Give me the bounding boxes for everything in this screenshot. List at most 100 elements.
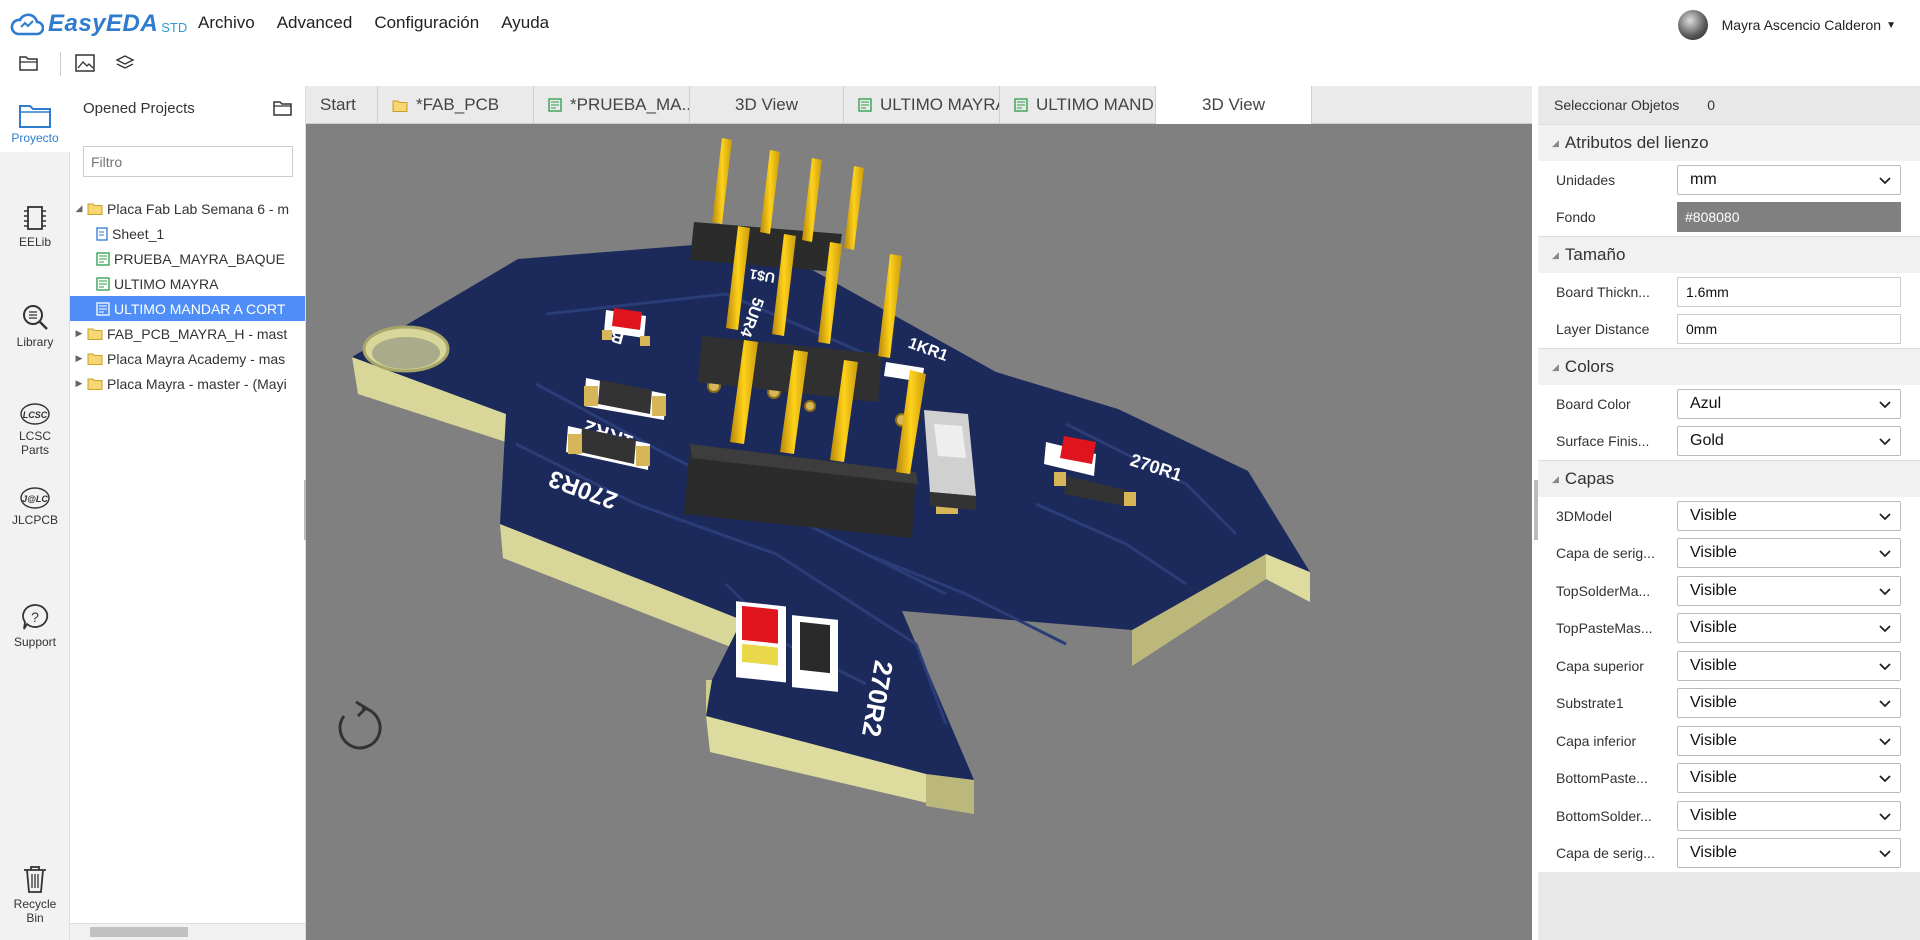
layers-icon[interactable] bbox=[110, 48, 140, 78]
select-value: Visible bbox=[1690, 731, 1737, 749]
folder-icon bbox=[87, 377, 103, 390]
tree-item-label: Placa Mayra Academy - mas bbox=[107, 350, 286, 367]
select-value: Visible bbox=[1690, 506, 1737, 524]
property-select[interactable]: Gold bbox=[1677, 426, 1901, 457]
nav-eelib[interactable]: EELib bbox=[0, 204, 70, 249]
select-value: Visible bbox=[1690, 619, 1737, 637]
select-objects-count: 0 bbox=[1707, 97, 1716, 113]
rotate-icon[interactable] bbox=[338, 700, 382, 750]
tab-start[interactable]: Start bbox=[306, 86, 378, 124]
input-value: 0mm bbox=[1686, 321, 1718, 338]
nav-library[interactable]: Library bbox=[0, 302, 70, 349]
background-color-swatch[interactable]: #808080 bbox=[1677, 202, 1901, 233]
tree-document-item[interactable]: ULTIMO MAYRA bbox=[70, 271, 305, 296]
property-select[interactable]: Visible bbox=[1677, 725, 1901, 756]
tree-item-label: PRUEBA_MAYRA_BAQUE bbox=[114, 250, 285, 267]
tree-project-folder[interactable]: ▶ Placa Mayra - master - (Mayi bbox=[70, 371, 305, 396]
scrollbar-thumb[interactable] bbox=[90, 927, 188, 937]
property-label: BottomPaste... bbox=[1556, 770, 1648, 787]
lcsc-icon: LCSC bbox=[20, 403, 50, 425]
property-label: Layer Distance bbox=[1556, 321, 1650, 338]
schematic-sheet-icon bbox=[96, 226, 108, 241]
section-header[interactable]: ◢ Capas bbox=[1538, 460, 1920, 497]
menu-archivo[interactable]: Archivo bbox=[198, 13, 255, 33]
collapse-triangle-icon: ◢ bbox=[1552, 249, 1559, 260]
property-row: Board Thickn... 1.6mm bbox=[1538, 273, 1920, 311]
section-header[interactable]: ◢ Atributos del lienzo bbox=[1538, 124, 1920, 161]
3d-viewport[interactable]: B 5UR4 1KR1 1KR2 270R3 270R1 270R2 U$1 bbox=[306, 124, 1532, 940]
property-select[interactable]: Visible bbox=[1677, 575, 1901, 606]
properties-body: ◢ Atributos del lienzo Unidades mm Fondo #808… bbox=[1538, 124, 1920, 872]
nav-support-label: Support bbox=[13, 635, 57, 649]
select-value: Visible bbox=[1690, 694, 1737, 712]
collapse-triangle-icon: ◢ bbox=[1552, 361, 1559, 372]
select-value: Visible bbox=[1690, 844, 1737, 862]
tree-document-item[interactable]: ULTIMO MANDAR A CORT bbox=[70, 296, 305, 321]
tree-item-label: FAB_PCB_MAYRA_H - mast bbox=[107, 325, 288, 342]
tab-3d-view[interactable]: 3D View bbox=[1156, 86, 1312, 124]
tree-project-folder[interactable]: ▶ FAB_PCB_MAYRA_H - mast bbox=[70, 321, 305, 346]
property-row: BottomPaste... Visible bbox=[1538, 759, 1920, 797]
property-select[interactable]: Visible bbox=[1677, 763, 1901, 794]
tab-label: ULTIMO MAYRA bbox=[880, 95, 1000, 114]
projects-title: Opened Projects bbox=[83, 100, 195, 117]
user-menu[interactable]: Mayra Ascencio Calderon ▼ bbox=[1677, 10, 1896, 40]
property-input[interactable]: 1.6mm bbox=[1677, 276, 1901, 307]
property-input[interactable]: 0mm bbox=[1677, 314, 1901, 345]
property-select[interactable]: Visible bbox=[1677, 838, 1901, 869]
collapse-arrow-icon[interactable]: ▶ bbox=[74, 353, 84, 364]
nav-support[interactable]: ? Support bbox=[0, 602, 70, 649]
nav-recycle-bin[interactable]: Recycle Bin bbox=[0, 864, 70, 925]
property-select[interactable]: Visible bbox=[1677, 613, 1901, 644]
tree-project-folder[interactable]: ▶ Placa Mayra Academy - mas bbox=[70, 346, 305, 371]
nav-proyecto[interactable]: Proyecto bbox=[0, 86, 70, 152]
expand-arrow-icon[interactable]: ◢ bbox=[74, 203, 84, 214]
property-select[interactable]: Visible bbox=[1677, 500, 1901, 531]
property-select[interactable]: Azul bbox=[1677, 388, 1901, 419]
tab-ultimo-mand[interactable]: ULTIMO MAND... bbox=[1000, 86, 1156, 124]
property-select[interactable]: Visible bbox=[1677, 650, 1901, 681]
tree-project-folder[interactable]: ◢ Placa Fab Lab Semana 6 - m bbox=[70, 196, 305, 221]
section-title: Atributos del lienzo bbox=[1564, 133, 1709, 152]
easyeda-logo[interactable]: EasyEDA STD bbox=[10, 6, 187, 42]
collapse-arrow-icon[interactable]: ▶ bbox=[74, 378, 84, 389]
pcb-3d-render: B 5UR4 1KR1 1KR2 270R3 270R1 270R2 U$1 bbox=[338, 138, 1310, 814]
open-project-icon[interactable] bbox=[273, 100, 293, 121]
property-label: Surface Finis... bbox=[1556, 433, 1650, 450]
menu-configuracion[interactable]: Configuración bbox=[374, 13, 479, 33]
chip-icon bbox=[24, 206, 46, 230]
property-label: Capa de serig... bbox=[1556, 845, 1655, 862]
collapse-arrow-icon[interactable]: ▶ bbox=[74, 328, 84, 339]
section-header[interactable]: ◢ Tamaño bbox=[1538, 236, 1920, 273]
horizontal-scrollbar[interactable] bbox=[70, 923, 305, 940]
property-select[interactable]: Visible bbox=[1677, 538, 1901, 569]
menu-ayuda[interactable]: Ayuda bbox=[501, 13, 549, 33]
tab-prueba-ma[interactable]: *PRUEBA_MA... bbox=[534, 86, 690, 124]
filter-input[interactable] bbox=[83, 146, 293, 177]
property-select[interactable]: Visible bbox=[1677, 800, 1901, 831]
property-row: TopSolderMa... Visible bbox=[1538, 572, 1920, 610]
photo-view-icon[interactable] bbox=[70, 48, 100, 78]
property-row: TopPasteMas... Visible bbox=[1538, 609, 1920, 647]
tab-3d-view[interactable]: 3D View bbox=[690, 86, 844, 124]
brand-name: EasyEDA bbox=[48, 10, 159, 37]
property-select[interactable]: mm bbox=[1677, 164, 1901, 195]
tab-fab-pcb[interactable]: *FAB_PCB bbox=[378, 86, 534, 124]
tab-label: 3D View bbox=[1202, 95, 1265, 114]
nav-lcsc[interactable]: LCSC LCSC Parts bbox=[0, 402, 70, 457]
select-value: Azul bbox=[1690, 394, 1722, 412]
nav-library-label: Library bbox=[16, 335, 54, 349]
tab-ultimo-mayra[interactable]: ULTIMO MAYRA bbox=[844, 86, 1000, 124]
select-value: Visible bbox=[1690, 656, 1737, 674]
tree-document-item[interactable]: Sheet_1 bbox=[70, 221, 305, 246]
pcb-document-icon bbox=[96, 276, 110, 291]
menu-advanced[interactable]: Advanced bbox=[277, 13, 353, 33]
nav-jlcpcb[interactable]: J@LC JLCPCB bbox=[0, 486, 70, 527]
select-value: Visible bbox=[1690, 581, 1737, 599]
open-folder-icon[interactable] bbox=[14, 48, 44, 78]
tree-item-label: Placa Fab Lab Semana 6 - m bbox=[107, 200, 290, 217]
section-header[interactable]: ◢ Colors bbox=[1538, 348, 1920, 385]
property-row: Capa superior Visible bbox=[1538, 647, 1920, 685]
property-select[interactable]: Visible bbox=[1677, 688, 1901, 719]
tree-document-item[interactable]: PRUEBA_MAYRA_BAQUE bbox=[70, 246, 305, 271]
